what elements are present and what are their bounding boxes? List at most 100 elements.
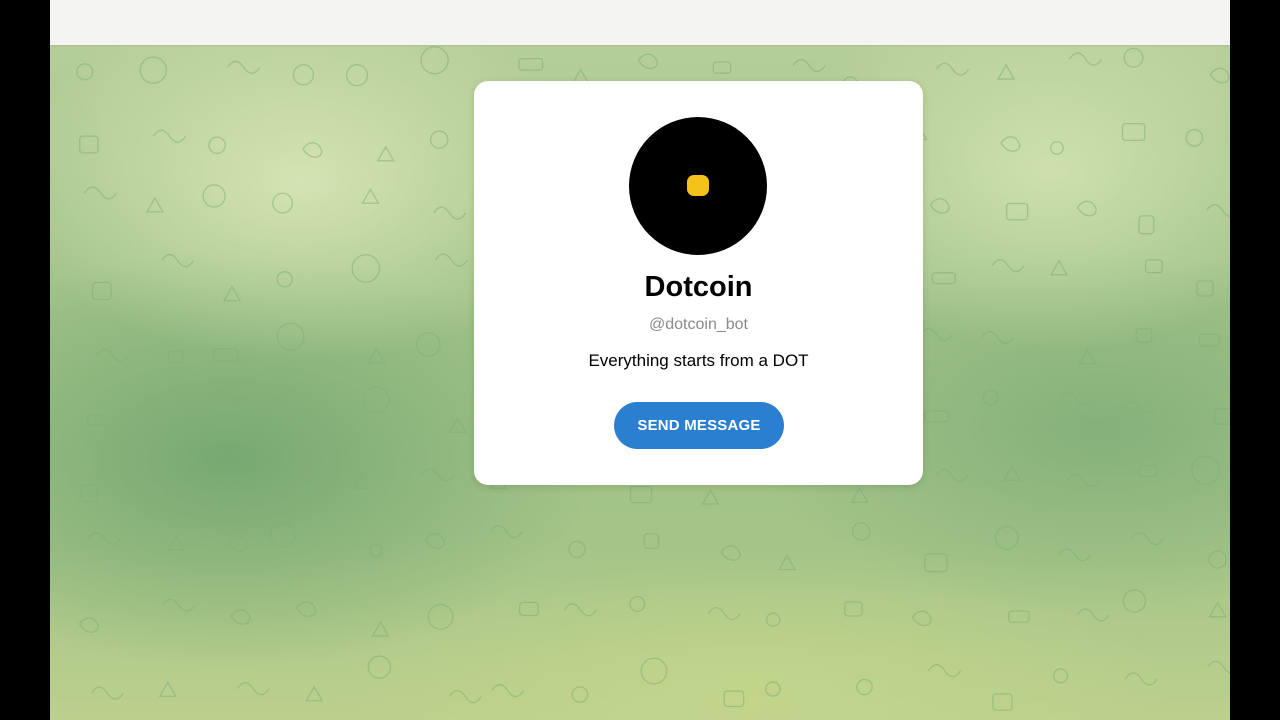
wallpaper-doodle: [1198, 333, 1220, 347]
wallpaper-doodle: [361, 187, 380, 204]
wallpaper-doodle: [222, 285, 242, 302]
wallpaper-doodle: [292, 408, 313, 425]
wallpaper-doodle: [1138, 215, 1155, 235]
wallpaper-doodle: [305, 685, 324, 702]
wallpaper-doodle: [1049, 259, 1069, 276]
wallpaper-doodle: [640, 657, 668, 685]
wallpaper-doodle: [1052, 668, 1069, 684]
wallpaper-doodle: [707, 607, 741, 621]
wallpaper-doodle: [345, 64, 369, 87]
wallpaper-doodle: [563, 603, 598, 617]
wallpaper-doodle: [792, 58, 826, 73]
wallpaper-doodle: [213, 348, 239, 362]
wallpaper-doodle: [1007, 610, 1030, 623]
wallpaper-doodle: [236, 681, 270, 696]
wallpaper-doodle: [167, 350, 184, 364]
wallpaper-doodle: [272, 192, 294, 214]
wallpaper-doodle: [362, 386, 390, 414]
wallpaper-doodle: [1206, 203, 1230, 218]
wallpaper-doodle: [448, 417, 467, 434]
dotcoin-logo-icon: [687, 175, 709, 196]
wallpaper-doodle: [919, 327, 953, 342]
wallpaper-doodle: [637, 53, 658, 70]
wallpaper-doodle: [292, 64, 315, 86]
wallpaper-doodle: [1066, 474, 1100, 488]
wallpaper-doodle: [931, 272, 956, 285]
wallpaper-doodle: [91, 281, 112, 301]
wallpaper-doodle: [96, 348, 130, 363]
wallpaper-doodle: [145, 196, 165, 213]
wallpaper-doodle: [519, 601, 539, 617]
wallpaper-doodle: [491, 683, 525, 698]
wallpaper-doodle: [270, 522, 296, 548]
wallpaper-doodle: [367, 347, 386, 364]
wallpaper-doodle: [79, 135, 99, 154]
wallpaper-doodle: [1078, 348, 1097, 365]
wallpaper-doodle: [376, 145, 395, 162]
wallpaper-doodle: [1207, 660, 1230, 674]
wallpaper-doodle: [1144, 259, 1163, 274]
wallpaper-doodle: [571, 686, 589, 703]
wallpaper-doodle: [643, 533, 660, 549]
wallpaper-doodle: [1122, 589, 1147, 613]
wallpaper-doodle: [1196, 280, 1214, 297]
wallpaper-doodle: [367, 655, 392, 679]
wallpaper-doodle: [712, 61, 732, 74]
bot-name: Dotcoin: [644, 271, 753, 303]
wallpaper-doodle: [212, 391, 246, 405]
bot-description: Everything starts from a DOT: [588, 351, 809, 370]
wallpaper-doodle: [230, 609, 251, 625]
wallpaper-doodle: [1213, 408, 1230, 425]
wallpaper-doodle: [139, 56, 167, 84]
wallpaper-doodle: [720, 545, 741, 561]
wallpaper-doodle: [86, 414, 104, 426]
wallpaper-doodle: [152, 129, 187, 143]
wallpaper-doodle: [1058, 548, 1092, 562]
wallpaper-doodle: [1121, 122, 1146, 142]
wallpaper-doodle: [629, 485, 653, 504]
wallpaper-doodle: [434, 253, 468, 267]
wallpaper-doodle: [1208, 601, 1227, 618]
wallpaper-doodle: [158, 680, 177, 697]
wallpaper-doodle: [296, 601, 317, 617]
wallpaper-doodle: [351, 473, 371, 490]
wallpaper-doodle: [850, 486, 869, 503]
send-message-button[interactable]: SEND MESSAGE: [614, 402, 784, 449]
wallpaper-doodle: [448, 689, 482, 704]
wallpaper-doodle: [629, 596, 646, 612]
wallpaper-doodle: [851, 522, 871, 541]
wallpaper-doodle: [427, 603, 454, 630]
wallpaper-doodle: [1191, 455, 1221, 485]
wallpaper-doodle: [1123, 47, 1144, 68]
wallpaper-doodle: [429, 130, 449, 149]
wallpaper-doodle: [1124, 672, 1158, 686]
wallpaper-doodle: [568, 540, 586, 559]
wallpaper-doodle: [1076, 608, 1110, 622]
wallpaper-doodle: [212, 477, 231, 495]
bot-avatar: [629, 117, 767, 255]
wallpaper-doodle: [723, 690, 745, 708]
wallpaper-doodle: [982, 389, 999, 406]
chat-viewport: Dotcoin @dotcoin_bot Everything starts f…: [50, 0, 1230, 720]
wallpaper-doodle: [88, 531, 122, 546]
wallpaper-doodle: [421, 468, 455, 482]
wallpaper-doodle: [351, 254, 381, 283]
wallpaper-doodle: [1208, 550, 1227, 569]
wallpaper-doodle: [302, 142, 323, 158]
wallpaper-doodle: [844, 601, 863, 617]
wallpaper-doodle: [924, 553, 948, 573]
wallpaper-doodle: [167, 534, 186, 551]
wallpaper-doodle: [1135, 327, 1153, 344]
wallpaper-doodle: [518, 57, 544, 71]
wallpaper-doodle: [143, 397, 167, 421]
wallpaper-doodle: [1049, 140, 1064, 155]
wallpaper-doodle: [765, 681, 781, 697]
top-bar: [50, 0, 1230, 45]
wallpaper-doodle: [911, 610, 932, 627]
bot-profile-card: Dotcoin @dotcoin_bot Everything starts f…: [474, 81, 923, 485]
wallpaper-doodle: [489, 525, 523, 539]
wallpaper-doodle: [202, 184, 226, 208]
wallpaper-doodle: [1209, 67, 1230, 84]
wallpaper-doodle: [420, 46, 449, 75]
wallpaper-doodle: [1059, 391, 1093, 406]
